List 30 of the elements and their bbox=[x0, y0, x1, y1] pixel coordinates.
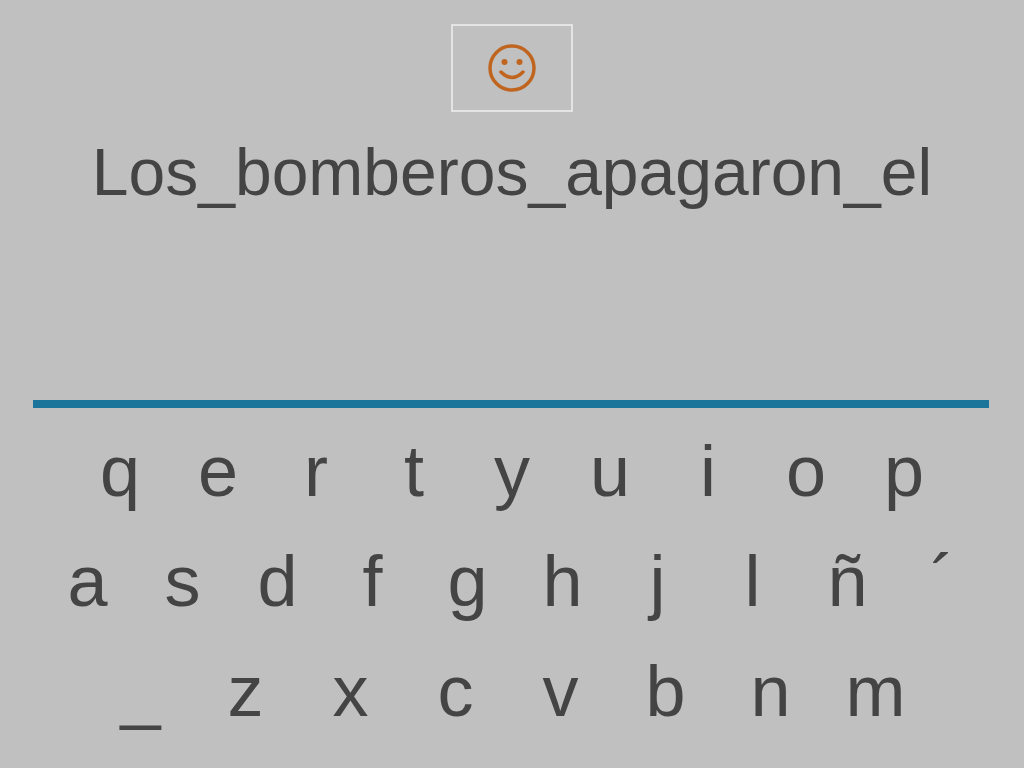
letter-key[interactable]: h bbox=[515, 536, 610, 626]
letter-key[interactable]: b bbox=[613, 646, 718, 736]
letter-key[interactable]: ñ bbox=[800, 536, 895, 626]
answer-text: Los_bomberos_apagaron_el bbox=[91, 134, 933, 211]
letter-key[interactable]: j bbox=[610, 536, 705, 626]
letter-key[interactable]: u bbox=[561, 426, 659, 516]
letter-key[interactable]: ´ bbox=[895, 536, 990, 626]
letter-key[interactable]: _ bbox=[88, 646, 193, 736]
letter-key[interactable]: g bbox=[420, 536, 515, 626]
letter-key[interactable]: v bbox=[508, 646, 613, 736]
letter-key[interactable]: a bbox=[40, 536, 135, 626]
letter-key[interactable]: e bbox=[169, 426, 267, 516]
letter-key[interactable]: q bbox=[71, 426, 169, 516]
letter-key[interactable]: d bbox=[230, 536, 325, 626]
letter-key[interactable]: y bbox=[463, 426, 561, 516]
smiley-icon bbox=[487, 43, 537, 93]
letter-key[interactable]: p bbox=[855, 426, 953, 516]
hint-button[interactable] bbox=[451, 24, 573, 112]
letter-key[interactable]: n bbox=[718, 646, 823, 736]
letter-key[interactable]: o bbox=[757, 426, 855, 516]
letter-key[interactable]: l bbox=[705, 536, 800, 626]
letter-key[interactable]: c bbox=[403, 646, 508, 736]
letter-key[interactable]: s bbox=[135, 536, 230, 626]
letter-key[interactable]: r bbox=[267, 426, 365, 516]
letter-key[interactable]: z bbox=[193, 646, 298, 736]
letter-key[interactable]: f bbox=[325, 536, 420, 626]
letter-key[interactable]: i bbox=[659, 426, 757, 516]
letter-key[interactable]: x bbox=[298, 646, 403, 736]
letter-key[interactable]: t bbox=[365, 426, 463, 516]
letter-key[interactable]: m bbox=[823, 646, 928, 736]
